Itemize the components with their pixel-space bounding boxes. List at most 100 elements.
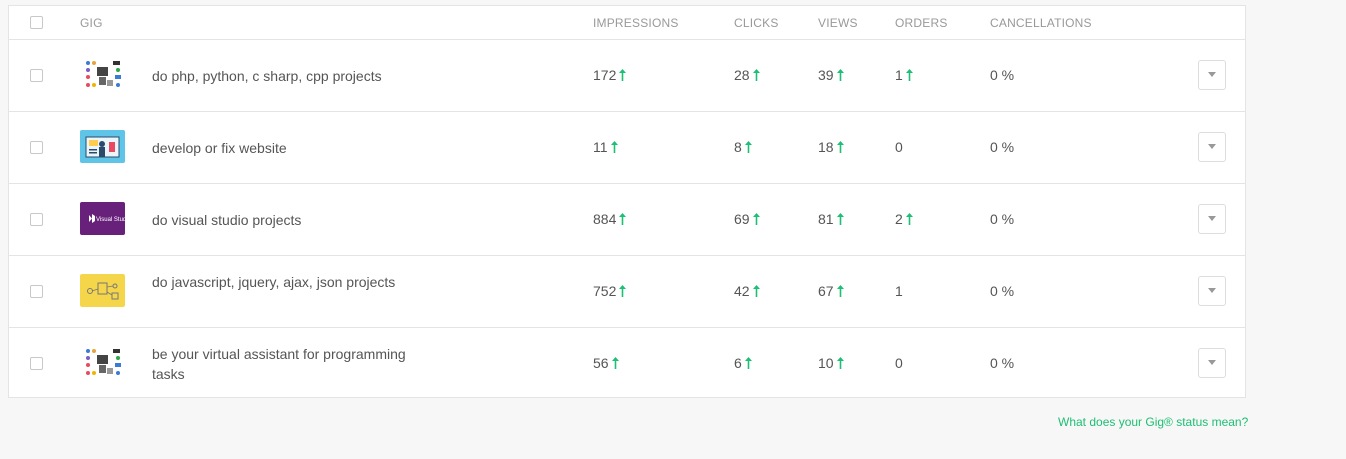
gig-actions-dropdown[interactable]	[1198, 204, 1226, 234]
metric-views: 39	[818, 67, 844, 83]
metric-value: 42	[734, 283, 750, 299]
metric-clicks: 69	[734, 211, 760, 227]
metric-orders: 1	[895, 67, 913, 83]
arrow-up-icon	[836, 357, 844, 369]
metric-orders: 2	[895, 211, 913, 227]
arrow-up-icon	[836, 141, 844, 153]
gig-actions-dropdown[interactable]	[1198, 132, 1226, 162]
metric-value: 172	[593, 67, 617, 83]
arrow-up-icon	[836, 213, 844, 225]
metric-orders: 0	[895, 139, 903, 155]
chevron-down-icon	[1208, 144, 1216, 149]
metric-impressions: 752	[593, 283, 627, 299]
arrow-up-icon	[611, 357, 619, 369]
table-header: GIG IMPRESSIONS CLICKS VIEWS ORDERS CANC…	[9, 6, 1245, 40]
arrow-up-icon	[744, 141, 752, 153]
arrow-up-icon	[752, 213, 760, 225]
metric-orders: 1	[895, 283, 903, 299]
metric-clicks: 8	[734, 139, 752, 155]
table-row: be your virtual assistant for programmin…	[9, 328, 1245, 400]
arrow-up-icon	[610, 141, 618, 153]
gig-actions-dropdown[interactable]	[1198, 276, 1226, 306]
metric-impressions: 11	[593, 139, 618, 155]
arrow-up-icon	[905, 69, 913, 81]
metric-views: 81	[818, 211, 844, 227]
metric-orders: 0	[895, 355, 903, 371]
table-row: develop or fix website 11 8 18 0 0 %	[9, 112, 1245, 184]
metric-value: 6	[734, 355, 742, 371]
gig-title[interactable]: be your virtual assistant for programmin…	[152, 344, 422, 384]
gig-thumbnail[interactable]	[80, 346, 125, 379]
arrow-up-icon	[744, 357, 752, 369]
thumb-text: Visual Studio	[96, 217, 125, 223]
metric-value: 0	[895, 139, 903, 155]
chevron-down-icon	[1208, 288, 1216, 293]
gig-status-help-link[interactable]: What does your Gig® status mean?	[1058, 415, 1248, 429]
table-row: Visual Studio do visual studio projects 88…	[9, 184, 1245, 256]
metric-value: 39	[818, 67, 834, 83]
metric-value: 69	[734, 211, 750, 227]
gig-actions-dropdown[interactable]	[1198, 348, 1226, 378]
arrow-up-icon	[752, 69, 760, 81]
metric-value: 8	[734, 139, 742, 155]
col-header-impressions[interactable]: IMPRESSIONS	[593, 16, 679, 30]
gig-thumbnail[interactable]	[80, 274, 125, 307]
metric-value: 67	[818, 283, 834, 299]
metric-value: 752	[593, 283, 617, 299]
gig-thumbnail[interactable]: Visual Studio	[80, 202, 125, 235]
select-all-checkbox[interactable]	[30, 16, 43, 29]
metric-views: 18	[818, 139, 844, 155]
metric-impressions: 56	[593, 355, 619, 371]
metric-clicks: 42	[734, 283, 760, 299]
gig-title[interactable]: do javascript, jquery, ajax, json projec…	[152, 272, 422, 292]
col-header-cancellations[interactable]: CANCELLATIONS	[990, 16, 1092, 30]
chevron-down-icon	[1208, 72, 1216, 77]
col-header-gig: GIG	[80, 16, 103, 30]
chevron-down-icon	[1208, 216, 1216, 221]
metric-cancellations: 0 %	[990, 355, 1015, 371]
metric-views: 10	[818, 355, 844, 371]
gig-thumbnail[interactable]	[80, 58, 125, 91]
metric-value: 10	[818, 355, 834, 371]
metric-views: 67	[818, 283, 844, 299]
gig-title[interactable]: develop or fix website	[152, 138, 422, 158]
gig-actions-dropdown[interactable]	[1198, 60, 1226, 90]
col-header-clicks[interactable]: CLICKS	[734, 16, 779, 30]
metric-value: 81	[818, 211, 834, 227]
arrow-up-icon	[752, 285, 760, 297]
row-select-checkbox[interactable]	[30, 213, 43, 226]
metric-value: 18	[818, 139, 834, 155]
metric-value: 56	[593, 355, 609, 371]
metric-value: 1	[895, 67, 903, 83]
table-row: do php, python, c sharp, cpp projects 172…	[9, 40, 1245, 112]
metric-impressions: 172	[593, 67, 627, 83]
arrow-up-icon	[619, 69, 627, 81]
metric-cancellations: 0 %	[990, 67, 1015, 83]
row-select-checkbox[interactable]	[30, 69, 43, 82]
metric-value: 28	[734, 67, 750, 83]
chevron-down-icon	[1208, 360, 1216, 365]
metric-value: 1	[895, 283, 903, 299]
arrow-up-icon	[905, 213, 913, 225]
row-select-checkbox[interactable]	[30, 357, 43, 370]
gigs-table: GIG IMPRESSIONS CLICKS VIEWS ORDERS CANC…	[8, 5, 1246, 398]
col-header-views[interactable]: VIEWS	[818, 16, 858, 30]
metric-impressions: 884	[593, 211, 627, 227]
metric-cancellations: 0 %	[990, 139, 1015, 155]
col-header-orders[interactable]: ORDERS	[895, 16, 948, 30]
gig-thumbnail[interactable]	[80, 130, 125, 163]
metric-value: 884	[593, 211, 617, 227]
row-select-checkbox[interactable]	[30, 285, 43, 298]
table-row: do javascript, jquery, ajax, json projec…	[9, 256, 1245, 328]
gig-title[interactable]: do visual studio projects	[152, 210, 422, 230]
arrow-up-icon	[836, 69, 844, 81]
row-select-checkbox[interactable]	[30, 141, 43, 154]
gig-title[interactable]: do php, python, c sharp, cpp projects	[152, 66, 422, 86]
metric-value: 11	[593, 139, 608, 155]
arrow-up-icon	[619, 213, 627, 225]
arrow-up-icon	[619, 285, 627, 297]
metric-clicks: 28	[734, 67, 760, 83]
arrow-up-icon	[836, 285, 844, 297]
metric-cancellations: 0 %	[990, 211, 1015, 227]
metric-clicks: 6	[734, 355, 752, 371]
